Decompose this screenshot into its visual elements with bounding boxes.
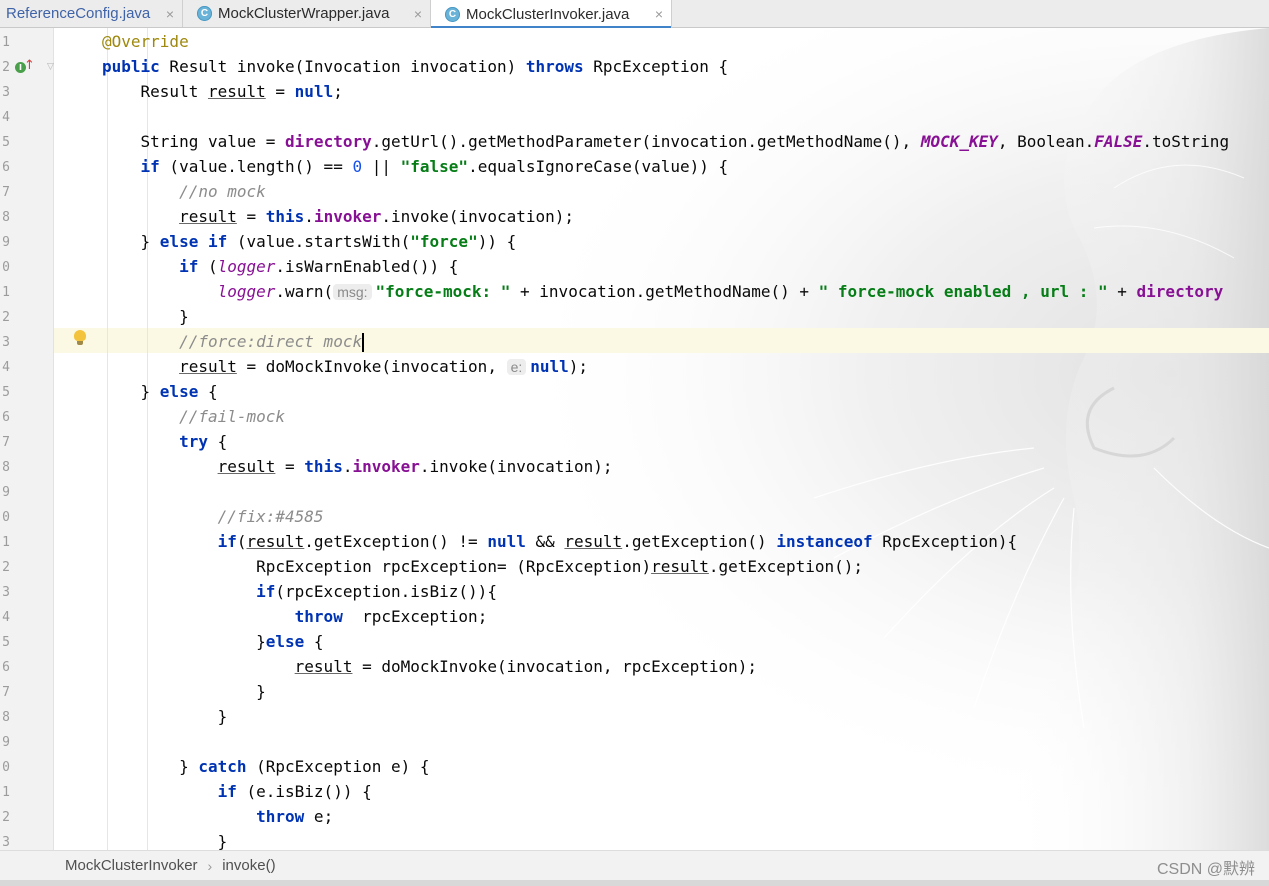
code-line[interactable]: } — [102, 829, 228, 850]
line-number[interactable]: 5 — [0, 630, 10, 655]
line-number-gutter[interactable]: I ↑ ▽ 123456789012345678901234567890123 — [0, 28, 54, 850]
editor-tab-bar: ReferenceConfig.java × C MockClusterWrap… — [0, 0, 1269, 29]
line-number[interactable]: 4 — [0, 605, 10, 630]
line-number[interactable]: 1 — [0, 30, 10, 55]
line-number[interactable]: 5 — [0, 130, 10, 155]
code-line[interactable]: throw e; — [102, 804, 333, 829]
fold-marker-icon[interactable]: ▽ — [47, 62, 54, 72]
line-number[interactable]: 8 — [0, 455, 10, 480]
code-line[interactable]: @Override — [102, 29, 189, 54]
breadcrumb-class[interactable]: MockClusterInvoker — [65, 857, 198, 874]
line-number[interactable]: 6 — [0, 155, 10, 180]
code-line[interactable]: //no mock — [102, 179, 266, 204]
line-number[interactable]: 2 — [0, 305, 10, 330]
close-icon[interactable]: × — [166, 6, 174, 22]
line-number[interactable]: 2 — [0, 805, 10, 830]
line-number[interactable]: 3 — [0, 580, 10, 605]
line-number[interactable]: 7 — [0, 680, 10, 705]
breadcrumb-method[interactable]: invoke() — [222, 857, 275, 874]
text-caret — [362, 333, 365, 352]
line-number[interactable]: 2 — [0, 55, 10, 80]
code-line[interactable]: if (logger.isWarnEnabled()) { — [102, 254, 458, 279]
code-line[interactable]: if (e.isBiz()) { — [102, 779, 372, 804]
line-number[interactable]: 5 — [0, 380, 10, 405]
code-line[interactable]: } catch (RpcException e) { — [102, 754, 429, 779]
breadcrumb: MockClusterInvoker › invoke() — [0, 850, 1269, 880]
code-line[interactable]: } — [102, 704, 228, 729]
class-icon: C — [197, 6, 212, 21]
code-line[interactable]: throw rpcException; — [102, 604, 488, 629]
code-line[interactable]: public Result invoke(Invocation invocati… — [102, 54, 728, 79]
code-line[interactable]: logger.warn(msg: "force-mock: " + invocat… — [102, 279, 1224, 304]
tab-mock-cluster-wrapper[interactable]: C MockClusterWrapper.java × — [183, 0, 431, 27]
code-line[interactable]: try { — [102, 429, 227, 454]
lightbulb-icon[interactable] — [74, 330, 86, 345]
code-line[interactable]: String value = directory.getUrl().getMet… — [102, 129, 1230, 154]
code-line[interactable]: result = doMockInvoke(invocation, e: null… — [102, 354, 588, 379]
line-number[interactable]: 9 — [0, 230, 10, 255]
tab-label: MockClusterWrapper.java — [218, 5, 390, 22]
code-line[interactable]: Result result = null; — [102, 79, 343, 104]
line-number[interactable]: 1 — [0, 780, 10, 805]
tab-reference-config[interactable]: ReferenceConfig.java × — [0, 0, 183, 27]
code-line[interactable]: //force:direct mock — [102, 329, 365, 354]
line-number[interactable]: 0 — [0, 505, 10, 530]
code-line[interactable]: } — [102, 304, 189, 329]
code-line[interactable]: }else { — [102, 629, 323, 654]
line-number[interactable]: 0 — [0, 755, 10, 780]
code-line[interactable]: RpcException rpcException= (RpcException… — [102, 554, 863, 579]
code-line[interactable]: } — [102, 679, 266, 704]
class-icon: C — [445, 6, 460, 22]
tab-label: MockClusterInvoker.java — [466, 5, 630, 23]
close-icon[interactable]: × — [414, 6, 422, 22]
bottom-strip — [0, 880, 1269, 886]
line-number[interactable]: 7 — [0, 180, 10, 205]
parameter-hint: e: — [506, 359, 527, 375]
line-number[interactable]: 1 — [0, 530, 10, 555]
code-line[interactable]: if(rpcException.isBiz()){ — [102, 579, 497, 604]
close-icon[interactable]: × — [655, 6, 663, 22]
line-number[interactable]: 7 — [0, 430, 10, 455]
code-line[interactable]: if(result.getException() != null && resu… — [102, 529, 1018, 554]
code-line[interactable]: } else if (value.startsWith("force")) { — [102, 229, 517, 254]
line-number[interactable]: 3 — [0, 330, 10, 355]
line-number[interactable]: 9 — [0, 480, 10, 505]
csdn-watermark: CSDN @默辨 — [1156, 861, 1255, 878]
line-number[interactable]: 6 — [0, 655, 10, 680]
code-line[interactable]: result = doMockInvoke(invocation, rpcExc… — [102, 654, 757, 679]
code-line[interactable]: result = this.invoker.invoke(invocation)… — [102, 454, 613, 479]
line-number[interactable]: 3 — [0, 80, 10, 105]
tab-label: ReferenceConfig.java — [6, 5, 151, 22]
code-editor[interactable]: @Override public Result invoke(Invocation… — [54, 28, 1269, 850]
line-number[interactable]: 8 — [0, 705, 10, 730]
code-line[interactable]: //fail-mock — [102, 404, 285, 429]
line-number[interactable]: 0 — [0, 255, 10, 280]
line-number[interactable]: 8 — [0, 205, 10, 230]
code-line[interactable]: result = this.invoker.invoke(invocation)… — [102, 204, 574, 229]
parameter-hint: msg: — [333, 284, 372, 300]
line-number[interactable]: 4 — [0, 355, 10, 380]
breadcrumb-separator: › — [207, 857, 213, 874]
line-number[interactable]: 4 — [0, 105, 10, 130]
line-number[interactable]: 6 — [0, 405, 10, 430]
line-number[interactable]: 2 — [0, 555, 10, 580]
code-line[interactable]: } else { — [102, 379, 218, 404]
tab-mock-cluster-invoker[interactable]: C MockClusterInvoker.java × — [431, 0, 672, 29]
line-number[interactable]: 1 — [0, 280, 10, 305]
line-number[interactable]: 9 — [0, 730, 10, 755]
override-arrow-icon[interactable]: ↑ — [24, 58, 35, 73]
code-line[interactable]: if (value.length() == 0 || "false".equal… — [102, 154, 729, 179]
code-line[interactable]: //fix:#4585 — [102, 504, 324, 529]
